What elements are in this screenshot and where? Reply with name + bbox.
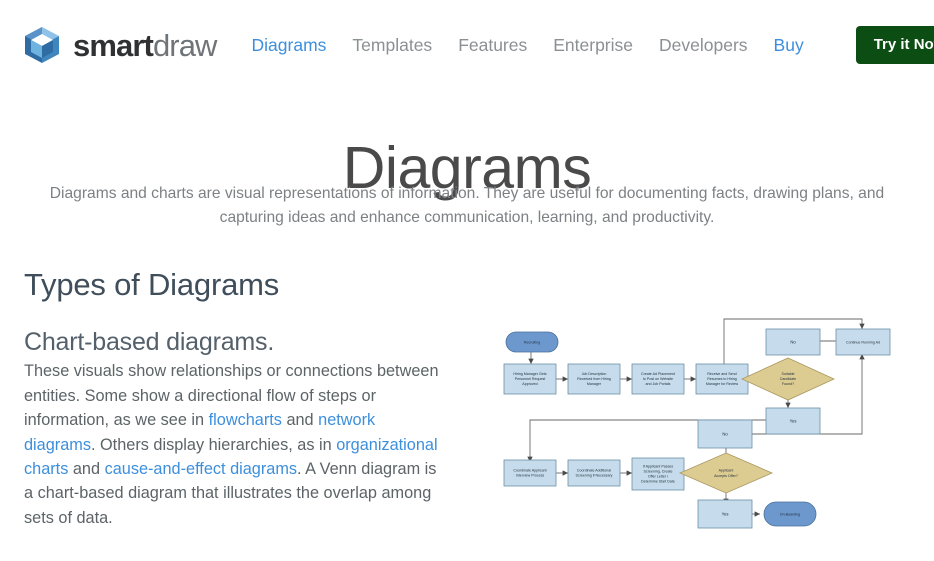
flow-label-offer-1: If Applicant Passes <box>643 465 674 469</box>
flow-label-hiring-1: Hiring Manager Gets <box>513 372 546 376</box>
flow-node-receive-resumes[interactable]: Receive and Send Resumes to Hiring Manag… <box>695 363 749 395</box>
main-nav: Diagrams Templates Features Enterprise D… <box>252 26 934 64</box>
flow-label-jobdesc-3: Manager <box>587 382 602 386</box>
flow-label-suit-1: Suitable <box>782 372 795 376</box>
nav-item-templates[interactable]: Templates <box>352 35 432 56</box>
flow-label-hiring-2: Personnel Request <box>515 377 546 381</box>
flow-label-acc-1: Applicant <box>719 469 734 473</box>
try-it-now-button[interactable]: Try it Now <box>855 26 934 64</box>
flow-label-offer-2: Screening, Create <box>644 470 673 474</box>
flow-label-screen-2: Screening if Necessary <box>576 474 613 478</box>
link-flowcharts[interactable]: flowcharts <box>209 411 282 429</box>
flow-label-continue-ad: Continue Running Ad <box>846 341 880 345</box>
flow-node-offer-letter[interactable]: If Applicant Passes Screening, Create Of… <box>631 457 685 491</box>
brand-word-smart: smart <box>73 27 154 63</box>
flow-label-ad-2: to Post on Website <box>643 377 673 381</box>
brand-word-draw: draw <box>152 27 217 63</box>
flow-node-on-boarding[interactable]: On-Boarding <box>763 501 817 527</box>
flow-node-recruiting[interactable]: Recruiting <box>505 331 559 353</box>
flow-label-offer-3: Offer Letter / <box>648 475 668 479</box>
flow-label-jobdesc-2: Received from Hiring <box>577 377 611 381</box>
flow-node-offer-yes[interactable]: Yes <box>697 499 753 529</box>
flow-label-no-2: No <box>722 432 728 437</box>
nav-item-developers[interactable]: Developers <box>659 35 748 56</box>
flow-label-res-3: Manager for Review <box>706 382 739 386</box>
flow-node-suitable-yes[interactable]: Yes <box>765 407 821 435</box>
paragraph-text-2: and <box>281 411 319 430</box>
flow-node-accepts-offer[interactable]: Applicant Accepts Offer? <box>678 452 774 494</box>
flow-label-coord-1: Coordinate Applicant <box>513 469 546 473</box>
nav-item-features[interactable]: Features <box>458 35 527 56</box>
paragraph-text-3: . Others display hierarchies, as in <box>90 435 337 454</box>
flow-node-job-description[interactable]: Job Description Received from Hiring Man… <box>567 363 621 395</box>
flow-label-screen-1: Coordinate Additional <box>577 469 611 473</box>
flow-label-yes-1: Yes <box>790 419 797 424</box>
flow-node-continue-running-ad[interactable]: Continue Running Ad <box>835 328 891 356</box>
section-heading: Types of Diagrams <box>24 266 280 302</box>
flow-label-suit-2: Candidate <box>780 377 796 381</box>
flow-node-suitable-no[interactable]: No <box>765 328 821 356</box>
flow-label-res-2: Resumes to Hiring <box>707 377 737 381</box>
flow-label-suit-3: Found? <box>782 382 794 386</box>
paragraph-text-4: and <box>68 459 105 478</box>
flow-label-yes-2: Yes <box>722 512 729 517</box>
brand-wordmark: smartdraw <box>73 30 217 61</box>
flowchart-svg: Recruiting Hiring Manager Gets Personnel… <box>503 318 891 529</box>
flow-node-offer-no[interactable]: No <box>697 419 753 449</box>
flow-label-offer-4: Determine Start Date <box>641 480 675 484</box>
page-root: smartdraw Diagrams Templates Features En… <box>0 0 934 561</box>
flow-node-suitable-candidate[interactable]: Suitable Candidate Found? <box>741 357 835 401</box>
flow-label-coord-2: Interview Process <box>516 474 545 478</box>
page-subtitle: Diagrams and charts are visual represent… <box>49 184 885 226</box>
link-cause-and-effect-diagrams[interactable]: cause-and-effect diagrams <box>105 460 297 478</box>
flow-node-additional-screening[interactable]: Coordinate Additional Screening if Neces… <box>567 459 621 487</box>
flow-node-hiring-manager-request[interactable]: Hiring Manager Gets Personnel Request Ap… <box>503 363 557 395</box>
section-subheading: Chart-based diagrams. <box>24 328 275 356</box>
flow-label-onboarding: On-Boarding <box>780 513 800 517</box>
flow-node-coordinate-interview[interactable]: Coordinate Applicant Interview Process <box>503 459 557 487</box>
brand-logo[interactable]: smartdraw <box>22 23 217 67</box>
hiring-process-flowchart[interactable]: Recruiting Hiring Manager Gets Personnel… <box>490 310 900 550</box>
smartdraw-cube-logo-icon <box>22 25 62 65</box>
flow-label-ad-1: Create Ad Placement <box>641 372 675 376</box>
flow-label-hiring-3: Approved <box>522 382 537 386</box>
flow-label-res-1: Receive and Send <box>707 372 736 376</box>
flow-label-no-1: No <box>790 340 796 345</box>
flow-label-ad-3: and Job Portals <box>646 382 671 386</box>
nav-item-diagrams[interactable]: Diagrams <box>252 35 327 56</box>
site-header: smartdraw Diagrams Templates Features En… <box>0 0 934 90</box>
flow-label-jobdesc-1: Job Description <box>582 372 607 376</box>
flow-label-recruiting: Recruiting <box>524 340 540 344</box>
flow-label-acc-2: Accepts Offer? <box>714 474 738 478</box>
nav-item-enterprise[interactable]: Enterprise <box>553 35 633 56</box>
section-paragraph: These visuals show relationships or conn… <box>24 359 449 530</box>
nav-item-buy[interactable]: Buy <box>774 35 804 56</box>
flow-node-create-ad[interactable]: Create Ad Placement to Post on Website a… <box>631 363 685 395</box>
